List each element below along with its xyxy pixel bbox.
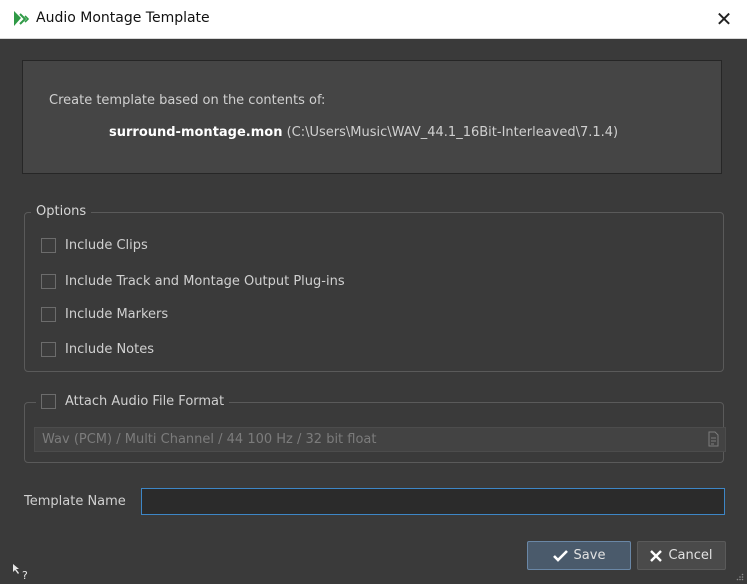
- include-clips-checkbox[interactable]: [41, 238, 56, 253]
- file-format-icon[interactable]: [707, 431, 719, 447]
- include-markers-label: Include Markers: [65, 307, 169, 322]
- save-button-label: Save: [573, 548, 606, 563]
- resize-grip-icon[interactable]: [736, 573, 744, 581]
- attach-format-checkbox[interactable]: [41, 394, 56, 409]
- include-plugins-option[interactable]: Include Track and Montage Output Plug-in…: [41, 274, 345, 289]
- title-bar: Audio Montage Template ✕: [0, 0, 747, 39]
- include-markers-option[interactable]: Include Markers: [41, 307, 168, 322]
- audio-format-value: Wav (PCM) / Multi Channel / 44 100 Hz / …: [42, 432, 377, 447]
- include-clips-option[interactable]: Include Clips: [41, 238, 148, 253]
- context-help-icon[interactable]: ?: [11, 562, 33, 582]
- checkmark-icon: [552, 549, 568, 562]
- window-title: Audio Montage Template: [36, 10, 210, 26]
- include-markers-checkbox[interactable]: [41, 307, 56, 322]
- template-name-input[interactable]: [141, 488, 725, 515]
- source-info-line: surround-montage.mon (C:\Users\Music\WAV…: [109, 125, 618, 140]
- cancel-x-icon: [650, 549, 663, 562]
- source-filename: surround-montage.mon: [109, 125, 283, 140]
- attach-format-label: Attach Audio File Format: [65, 394, 225, 409]
- cancel-button-label: Cancel: [668, 548, 713, 563]
- svg-text:?: ?: [22, 569, 28, 582]
- close-icon[interactable]: ✕: [701, 0, 747, 38]
- dialog-window: Audio Montage Template ✕ Create template…: [0, 0, 747, 584]
- source-path: (C:\Users\Music\WAV_44.1_16Bit-Interleav…: [282, 125, 619, 140]
- wavelab-logo-icon: [14, 11, 30, 26]
- audio-format-field[interactable]: Wav (PCM) / Multi Channel / 44 100 Hz / …: [34, 427, 726, 452]
- include-notes-checkbox[interactable]: [41, 342, 56, 357]
- save-button[interactable]: Save: [527, 541, 631, 570]
- include-plugins-checkbox[interactable]: [41, 274, 56, 289]
- include-clips-label: Include Clips: [65, 238, 148, 253]
- attach-format-option[interactable]: Attach Audio File Format: [36, 394, 230, 409]
- options-legend: Options: [31, 204, 92, 219]
- source-info-panel: Create template based on the contents of…: [22, 60, 722, 174]
- include-plugins-label: Include Track and Montage Output Plug-in…: [65, 274, 345, 289]
- include-notes-label: Include Notes: [65, 342, 155, 357]
- source-info-label: Create template based on the contents of…: [49, 93, 326, 108]
- cancel-button[interactable]: Cancel: [637, 541, 726, 570]
- include-notes-option[interactable]: Include Notes: [41, 342, 154, 357]
- template-name-label: Template Name: [24, 494, 126, 509]
